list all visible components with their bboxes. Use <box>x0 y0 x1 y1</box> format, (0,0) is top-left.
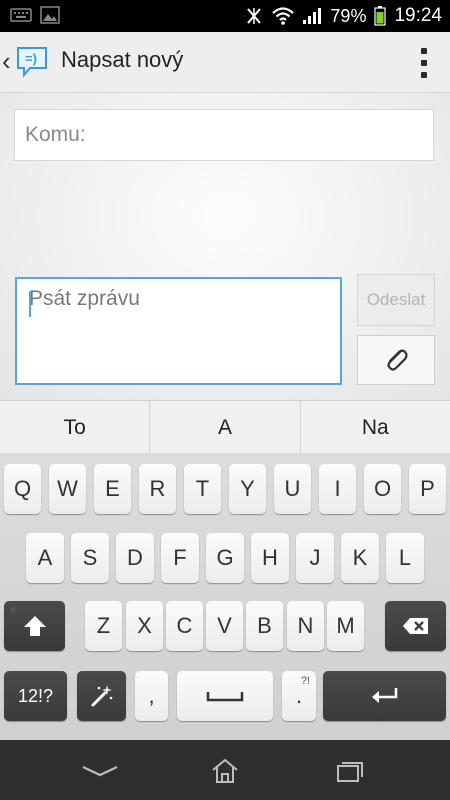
magic-wand-key[interactable] <box>77 671 126 721</box>
keyboard: Q W E R T Y U I O P A S D F G H J K L Z … <box>0 453 450 740</box>
period-key[interactable]: ?! . <box>282 671 316 721</box>
clock: 19:24 <box>394 5 442 26</box>
messaging-app-icon[interactable]: =) <box>16 46 50 78</box>
recipient-input[interactable] <box>15 110 433 160</box>
key-q[interactable]: Q <box>4 464 41 514</box>
key-h[interactable]: H <box>251 533 289 583</box>
key-c[interactable]: C <box>166 601 203 651</box>
key-j[interactable]: J <box>296 533 334 583</box>
status-bar: 79% 19:24 <box>0 0 450 32</box>
nav-recent-button[interactable] <box>330 754 370 788</box>
key-g[interactable]: G <box>206 533 244 583</box>
key-p[interactable]: P <box>409 464 446 514</box>
enter-icon <box>371 688 397 703</box>
enter-key[interactable] <box>323 671 446 721</box>
key-m[interactable]: M <box>327 601 364 651</box>
battery-icon <box>374 6 387 26</box>
key-f[interactable]: F <box>161 533 199 583</box>
suggestion-item[interactable]: To <box>0 401 151 454</box>
key-a[interactable]: A <box>26 533 64 583</box>
battery-percent: 79% <box>330 5 367 26</box>
recent-apps-icon <box>337 762 363 782</box>
navigation-bar <box>0 740 450 800</box>
period-alt-label: ?! <box>300 675 310 687</box>
recipient-field-container <box>14 109 434 161</box>
key-i[interactable]: I <box>319 464 356 514</box>
key-b[interactable]: B <box>246 601 283 651</box>
key-w[interactable]: W <box>49 464 86 514</box>
action-bar: ‹ =) Napsat nový <box>0 32 450 93</box>
word-suggestions-bar: To A Na <box>0 400 450 454</box>
keyboard-icon <box>10 8 32 22</box>
message-input[interactable] <box>17 279 340 383</box>
comma-key[interactable]: , <box>135 671 168 721</box>
symbols-key[interactable]: 12!? <box>4 671 67 721</box>
magic-wand-icon <box>91 685 112 707</box>
key-k[interactable]: K <box>341 533 379 583</box>
key-u[interactable]: U <box>274 464 311 514</box>
nav-back-button[interactable] <box>80 754 120 788</box>
suggestion-item[interactable]: A <box>150 401 301 454</box>
page-title: Napsat nový <box>61 47 184 72</box>
key-s[interactable]: S <box>71 533 109 583</box>
suggestion-item[interactable]: Na <box>301 401 450 454</box>
send-button[interactable]: Odeslat <box>357 274 435 326</box>
key-n[interactable]: N <box>287 601 324 651</box>
key-o[interactable]: O <box>364 464 401 514</box>
key-v[interactable]: V <box>206 601 243 651</box>
key-r[interactable]: R <box>139 464 176 514</box>
shift-icon <box>23 616 46 636</box>
back-chevron-icon[interactable]: ‹ <box>2 46 11 77</box>
key-t[interactable]: T <box>184 464 221 514</box>
svg-text:=): =) <box>25 51 37 66</box>
shift-key[interactable] <box>4 601 65 651</box>
key-l[interactable]: L <box>386 533 424 583</box>
attach-button[interactable] <box>357 335 435 385</box>
backspace-icon <box>402 618 428 634</box>
space-key[interactable] <box>177 671 273 721</box>
key-e[interactable]: E <box>94 464 131 514</box>
nav-home-button[interactable] <box>205 754 245 788</box>
key-z[interactable]: Z <box>85 601 122 651</box>
home-nav-icon <box>212 758 238 783</box>
space-icon <box>206 692 244 702</box>
back-nav-icon <box>82 766 118 777</box>
key-d[interactable]: D <box>116 533 154 583</box>
nfc-icon <box>247 8 262 24</box>
text-cursor <box>29 291 31 317</box>
message-field-container <box>15 277 342 385</box>
paperclip-icon <box>387 349 408 371</box>
key-x[interactable]: X <box>126 601 163 651</box>
overflow-menu-icon[interactable] <box>420 48 428 78</box>
signal-icon <box>303 8 322 24</box>
compose-area: Odeslat <box>0 93 450 400</box>
backspace-key[interactable] <box>385 601 446 651</box>
key-y[interactable]: Y <box>229 464 266 514</box>
wifi-icon <box>272 7 295 25</box>
image-icon <box>40 6 60 24</box>
